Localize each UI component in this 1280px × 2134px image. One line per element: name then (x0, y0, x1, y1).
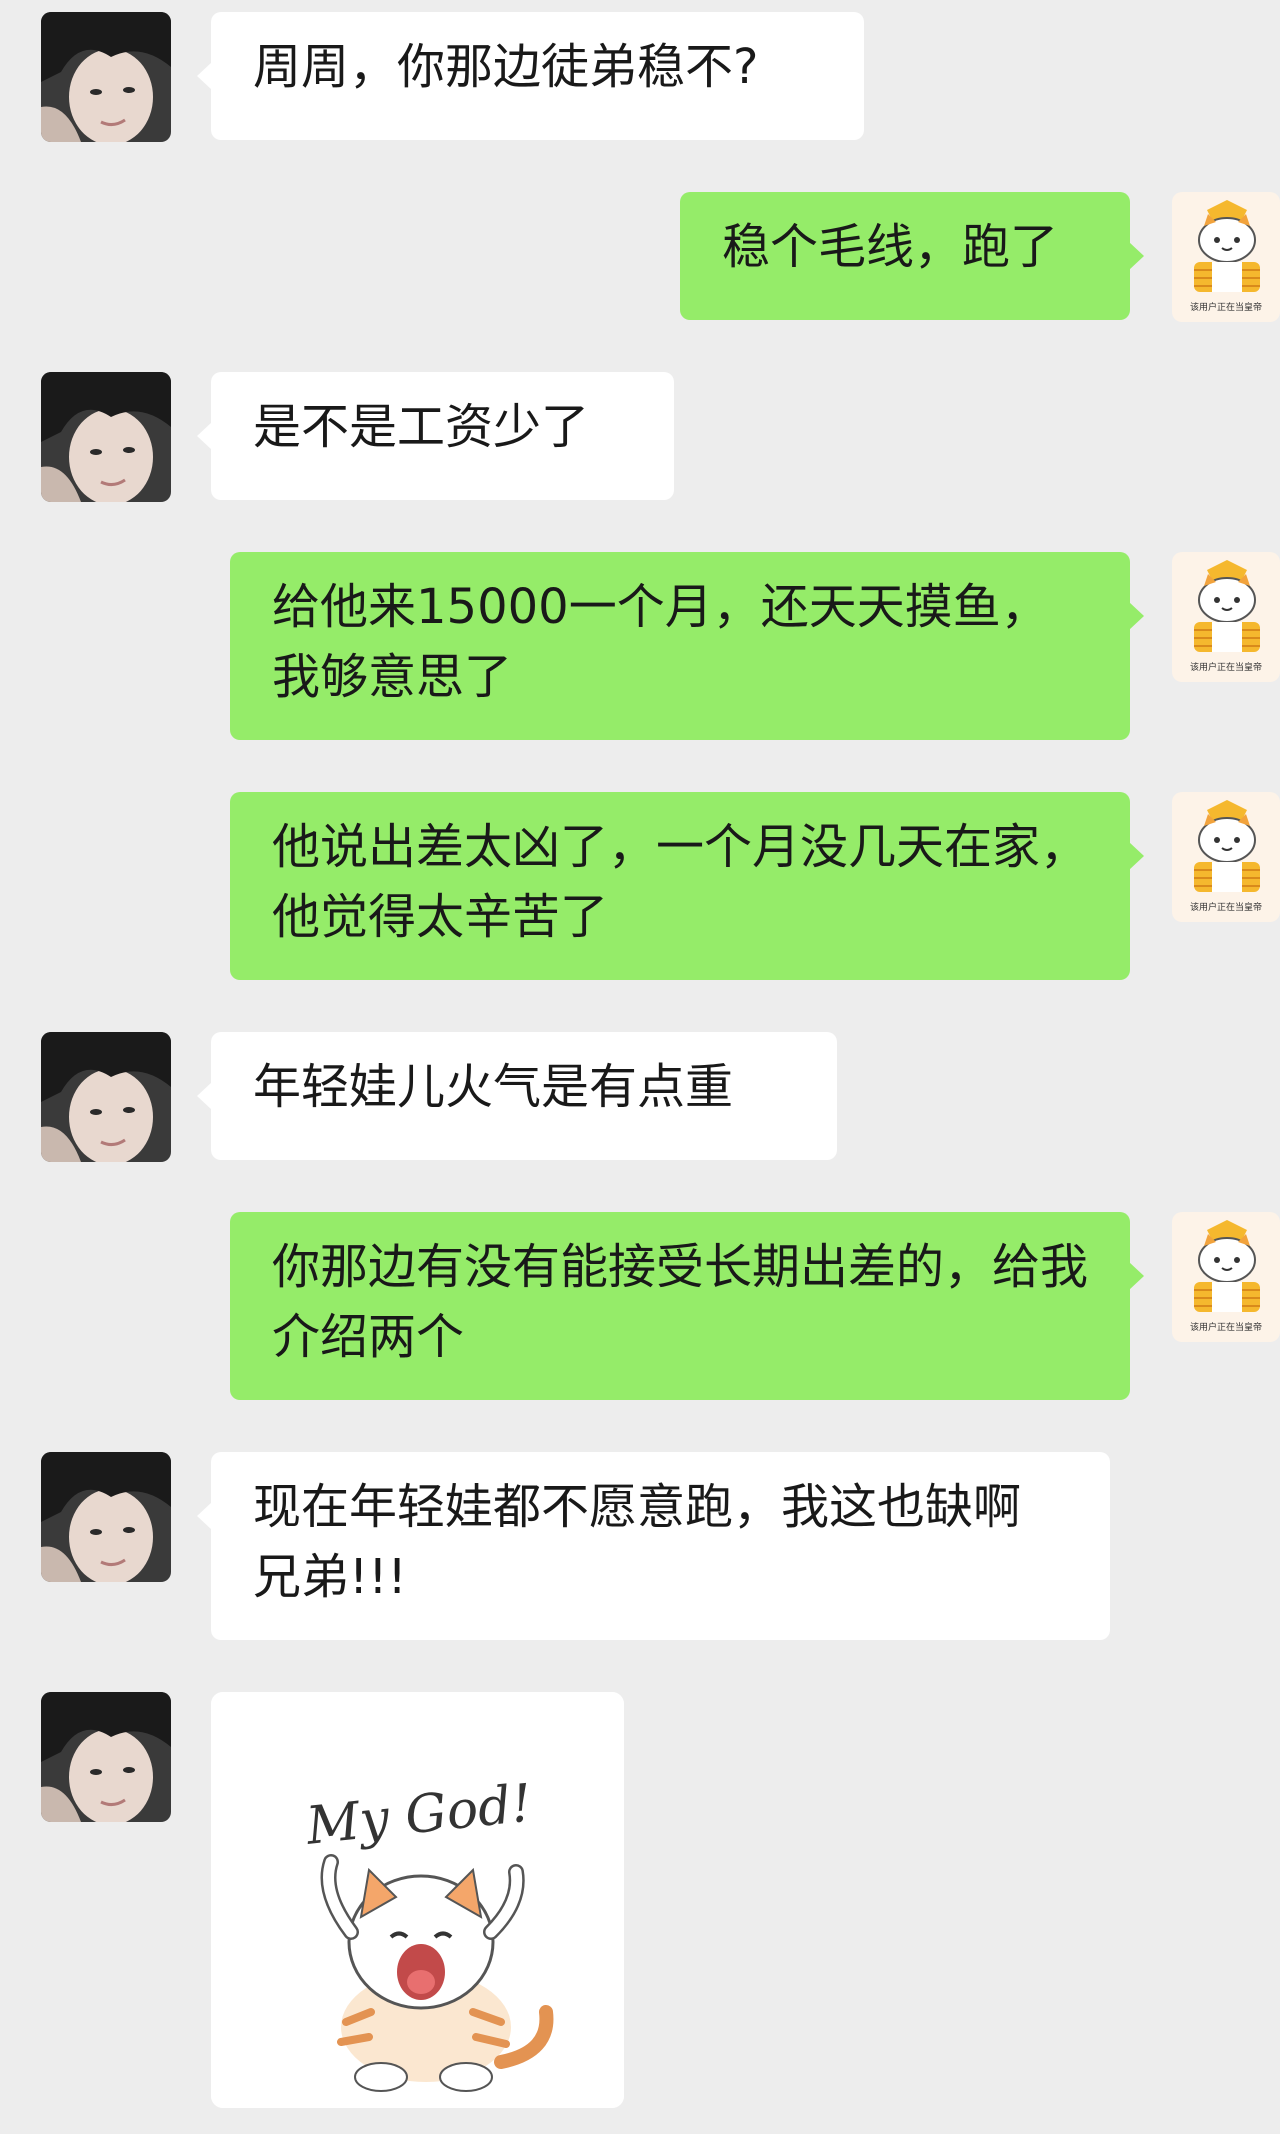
my-avatar[interactable]: 该用户正在当皇帝 (1172, 792, 1280, 922)
cat-emperor-avatar-icon: 该用户正在当皇帝 (1172, 792, 1280, 922)
message-text: 稳个毛线，跑了 (722, 219, 1059, 275)
chat-bubble-outgoing[interactable]: 他说出差太凶了，一个月没几天在家，他觉得太辛苦了 (230, 792, 1144, 980)
friend-avatar[interactable] (41, 372, 171, 502)
my-avatar[interactable]: 该用户正在当皇帝 (1172, 552, 1280, 682)
person-portrait-avatar-icon (41, 12, 171, 142)
friend-avatar[interactable] (41, 1692, 171, 1822)
friend-avatar[interactable] (41, 12, 171, 142)
chat-bubble-outgoing[interactable]: 给他来15000一个月，还天天摸鱼，我够意思了 (230, 552, 1144, 740)
crying-cat-sticker-icon: My God! (211, 1692, 624, 2108)
message-text: 给他来15000一个月，还天天摸鱼，我够意思了 (272, 579, 1049, 705)
cat-emperor-avatar-icon: 该用户正在当皇帝 (1172, 1212, 1280, 1342)
friend-avatar[interactable] (41, 1452, 171, 1582)
sticker-message[interactable]: My God! (211, 1692, 624, 2108)
person-portrait-avatar-icon (41, 1032, 171, 1162)
message-text: 你那边有没有能接受长期出差的，给我介绍两个 (272, 1239, 1089, 1365)
friend-avatar[interactable] (41, 1032, 171, 1162)
cat-emperor-avatar-icon: 该用户正在当皇帝 (1172, 552, 1280, 682)
message-text: 他说出差太凶了，一个月没几天在家，他觉得太辛苦了 (272, 819, 1089, 945)
svg-text:该用户正在当皇帝: 该用户正在当皇帝 (1190, 901, 1262, 913)
person-portrait-avatar-icon (41, 1692, 171, 1822)
svg-text:该用户正在当皇帝: 该用户正在当皇帝 (1190, 661, 1262, 673)
person-portrait-avatar-icon (41, 1452, 171, 1582)
chat-bubble-outgoing[interactable]: 你那边有没有能接受长期出差的，给我介绍两个 (230, 1212, 1144, 1400)
cat-emperor-avatar-icon: 该用户正在当皇帝 (1172, 192, 1280, 322)
message-text: 是不是工资少了 (253, 399, 590, 455)
my-avatar[interactable]: 该用户正在当皇帝 (1172, 192, 1280, 322)
chat-bubble-incoming[interactable]: 现在年轻娃都不愿意跑，我这也缺啊兄弟!!! (197, 1452, 1110, 1640)
message-text: 周周，你那边徒弟稳不? (253, 39, 759, 95)
chat-bubble-incoming[interactable]: 年轻娃儿火气是有点重 (197, 1032, 837, 1160)
svg-text:该用户正在当皇帝: 该用户正在当皇帝 (1190, 301, 1262, 313)
chat-bubble-incoming[interactable]: 周周，你那边徒弟稳不? (197, 12, 864, 140)
chat-bubble-incoming[interactable]: 是不是工资少了 (197, 372, 674, 500)
person-portrait-avatar-icon (41, 372, 171, 502)
chat-bubble-outgoing[interactable]: 稳个毛线，跑了 (680, 192, 1144, 320)
my-avatar[interactable]: 该用户正在当皇帝 (1172, 1212, 1280, 1342)
svg-text:该用户正在当皇帝: 该用户正在当皇帝 (1190, 1321, 1262, 1333)
message-text: 现在年轻娃都不愿意跑，我这也缺啊兄弟!!! (253, 1479, 1022, 1605)
message-text: 年轻娃儿火气是有点重 (253, 1059, 734, 1115)
